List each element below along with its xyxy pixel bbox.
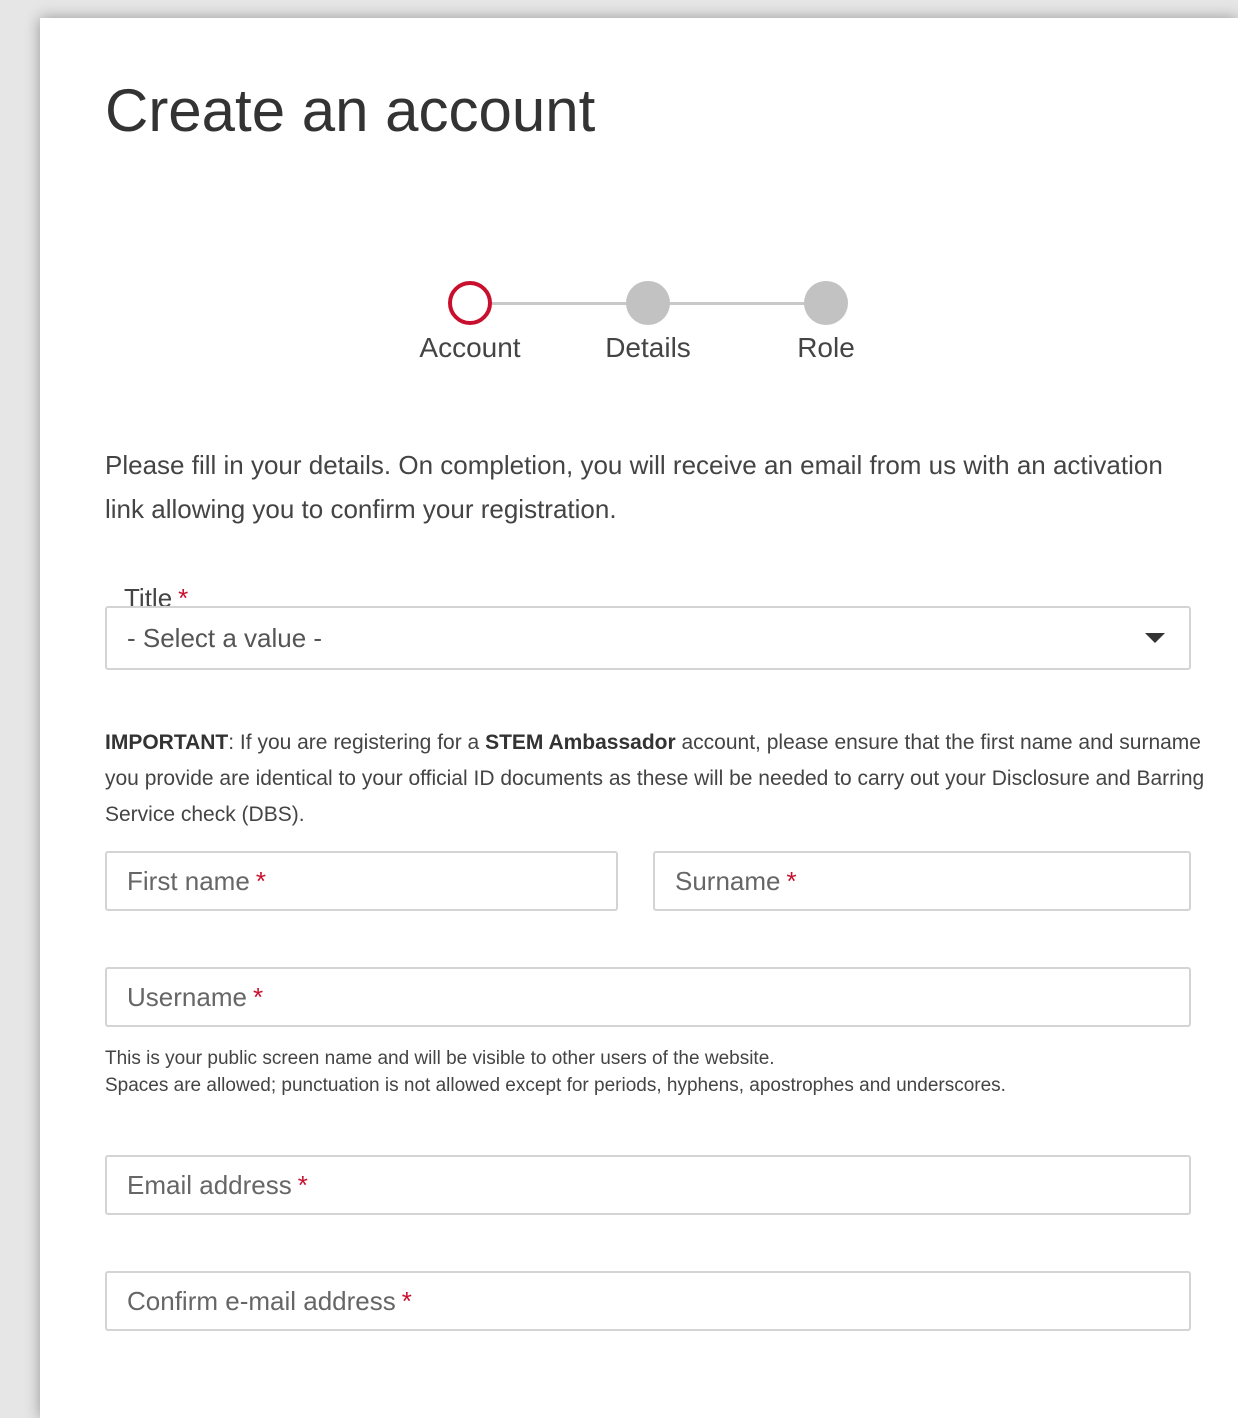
surname-field[interactable]: Surname * <box>653 851 1191 911</box>
step-account-label: Account <box>419 332 521 363</box>
progress-stepper: Account Details Role <box>400 258 880 368</box>
username-placeholder: Username <box>127 981 247 1012</box>
required-marker: * <box>297 1169 308 1200</box>
registration-card: Create an account Account Details Role P… <box>40 18 1238 1418</box>
username-help-text: This is your public screen name and will… <box>105 1045 1205 1099</box>
step-details-indicator <box>626 281 670 325</box>
notice-text-part1: : If you are registering for a <box>228 731 486 754</box>
surname-placeholder: Surname <box>675 865 781 896</box>
page-title: Create an account <box>105 77 596 144</box>
required-marker: * <box>255 865 266 896</box>
stepper-connector <box>668 302 806 305</box>
required-marker: * <box>401 1285 412 1316</box>
confirm-email-field[interactable]: Confirm e-mail address * <box>105 1271 1191 1331</box>
notice-important-label: IMPORTANT <box>105 731 229 754</box>
step-account-indicator <box>448 281 492 325</box>
title-select-value: - Select a value - <box>127 622 323 653</box>
step-details-label: Details <box>605 332 691 363</box>
required-marker: * <box>252 981 264 1012</box>
confirm-email-placeholder: Confirm e-mail address <box>127 1285 396 1316</box>
first-name-placeholder: First name <box>127 865 250 896</box>
title-select[interactable]: - Select a value - <box>105 606 1191 670</box>
dropdown-caret-icon <box>1145 633 1165 643</box>
step-role-indicator <box>804 281 848 325</box>
username-field[interactable]: Username * <box>105 967 1191 1027</box>
username-help-line2: Spaces are allowed; punctuation is not a… <box>105 1075 1006 1096</box>
step-role-label: Role <box>797 332 855 363</box>
email-field[interactable]: Email address * <box>105 1155 1191 1215</box>
username-help-line1: This is your public screen name and will… <box>105 1048 775 1069</box>
required-marker: * <box>786 865 797 896</box>
notice-stem-ambassador: STEM Ambassador <box>485 731 676 754</box>
first-name-field[interactable]: First name * <box>105 851 618 911</box>
intro-text: Please fill in your details. On completi… <box>105 450 1163 524</box>
stepper-connector <box>490 302 628 305</box>
email-placeholder: Email address <box>127 1169 292 1200</box>
important-notice: IMPORTANT: If you are registering for a … <box>105 725 1205 833</box>
